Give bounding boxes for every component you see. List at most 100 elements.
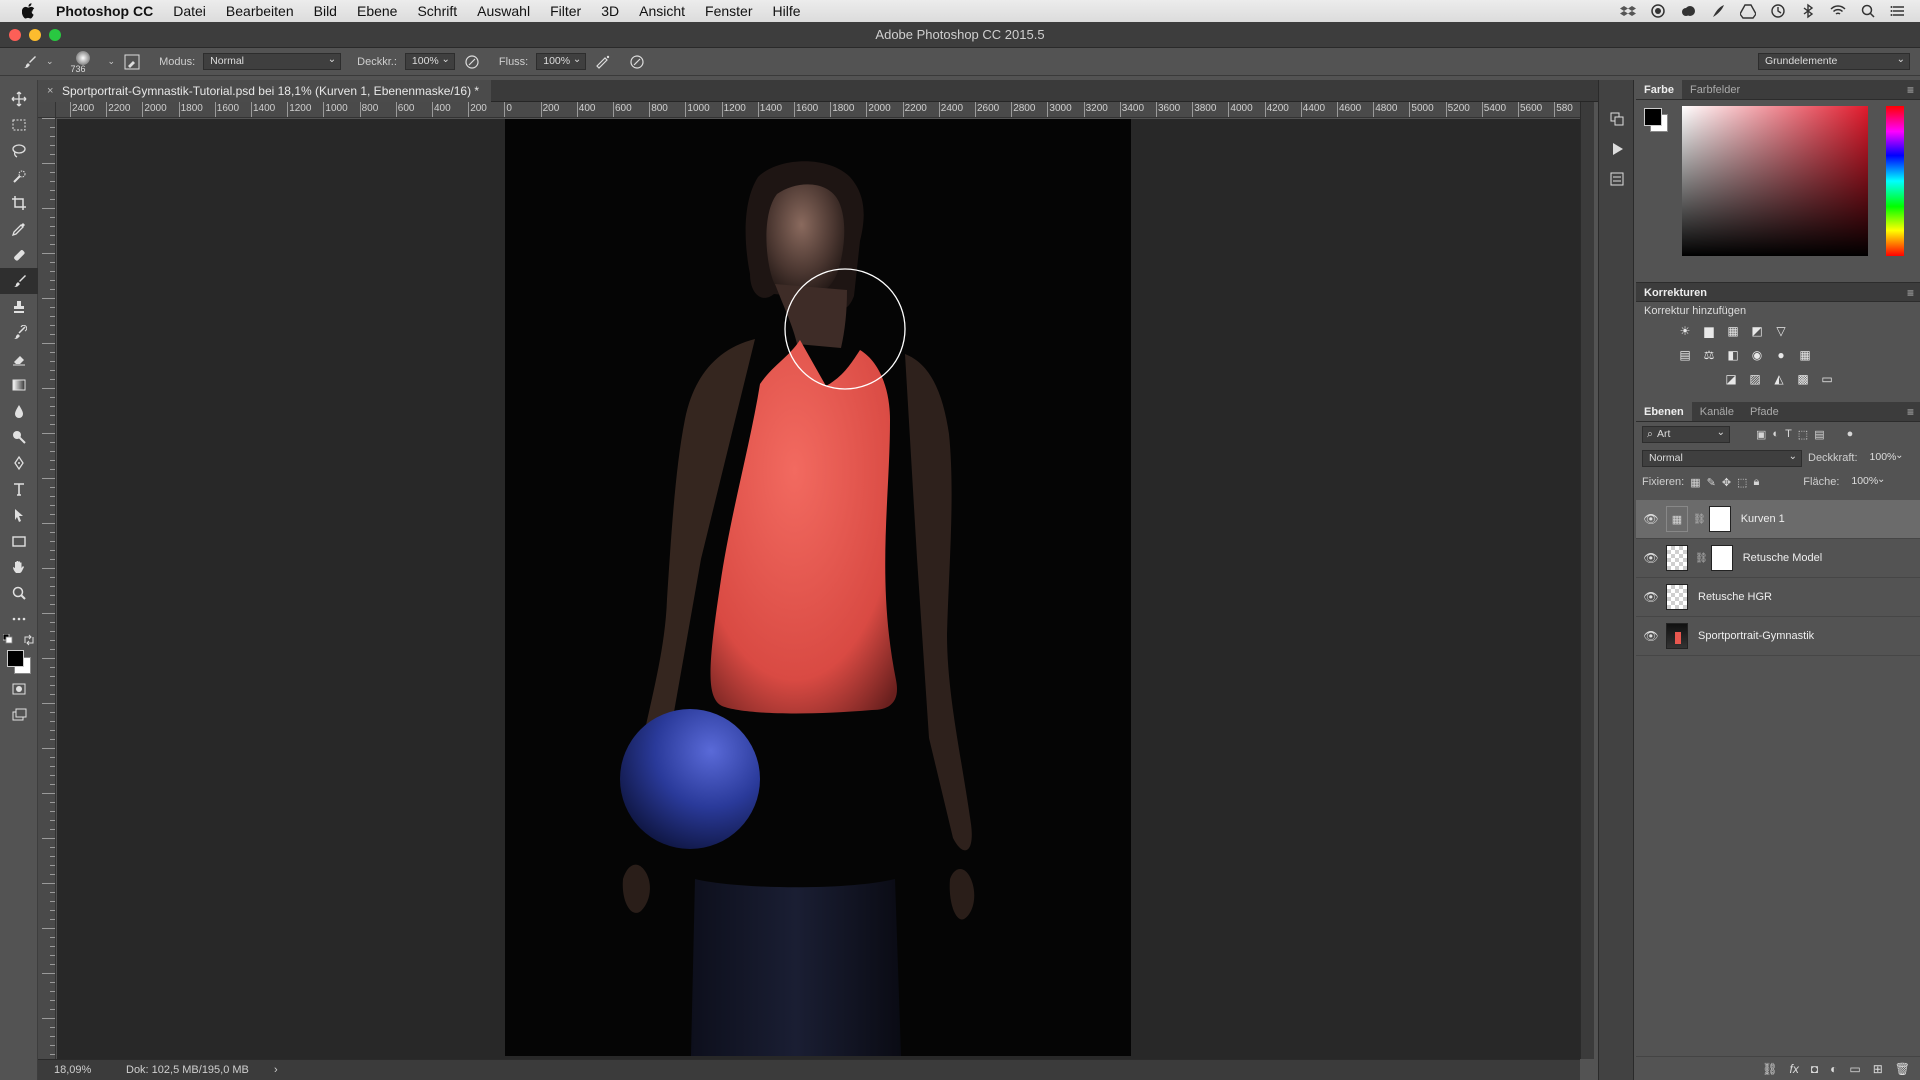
fill-input[interactable]: 100% [1845,472,1889,491]
properties-panel-icon[interactable] [1599,164,1635,194]
layer-opacity-input[interactable]: 100% [1864,448,1908,467]
eyedropper-tool-icon[interactable] [0,216,38,242]
history-panel-icon[interactable] [1599,104,1635,134]
notification-center-icon[interactable] [1890,3,1906,19]
new-adjustment-layer-icon[interactable]: ◐ [1830,1062,1837,1076]
time-machine-icon[interactable] [1770,3,1786,19]
filter-pixel-icon[interactable]: ▣ [1756,428,1766,441]
hand-tool-icon[interactable] [0,554,38,580]
mode-select[interactable]: Normal [203,52,342,70]
layer-name[interactable]: Kurven 1 [1741,513,1785,525]
zoom-tool-icon[interactable] [0,580,38,606]
creative-cloud-icon[interactable] [1680,3,1696,19]
blend-mode-select[interactable]: Normal [1642,449,1802,467]
menu-ebene[interactable]: Ebene [357,3,397,19]
hue-slider[interactable] [1886,106,1904,256]
record-icon[interactable] [1650,3,1666,19]
layer-mask-thumbnail[interactable] [1708,506,1731,532]
layer-row[interactable]: 👁︎ ⛓︎ Retusche Model [1636,539,1920,578]
selective-color-icon[interactable]: ▩ [1794,370,1812,388]
status-menu-arrow[interactable]: › [274,1060,278,1080]
brightness-icon[interactable]: ☀ [1676,322,1694,340]
layer-row[interactable]: 👁︎ ▦ ⛓︎ Kurven 1 [1636,500,1920,539]
filter-toggle-icon[interactable]: ● [1847,428,1854,440]
layer-filter-select[interactable]: ⌕ Art [1642,425,1730,443]
filter-adjustment-icon[interactable]: ◐ [1772,428,1779,440]
layer-mask-thumbnail[interactable] [1710,545,1733,571]
layer-row[interactable]: 👁︎ Sportportrait-Gymnastik [1636,617,1920,656]
vertical-scrollbar[interactable] [1580,102,1594,1059]
quick-selection-tool-icon[interactable] [0,164,38,190]
posterize-icon[interactable]: ▨ [1746,370,1764,388]
panel-foreground-swatch[interactable] [1644,108,1662,126]
mask-link-icon[interactable]: ⛓︎ [1695,553,1708,564]
visibility-eye-icon[interactable]: 👁︎ [1636,629,1666,643]
pen-tool-icon[interactable] [0,450,38,476]
vibrance-icon[interactable]: ▽ [1772,322,1790,340]
lock-position-icon[interactable]: ✥ [1722,476,1731,489]
drive-icon[interactable] [1739,3,1757,19]
menu-bild[interactable]: Bild [314,3,337,19]
delete-layer-icon[interactable]: 🗑︎ [1895,1062,1910,1076]
swap-colors-icon[interactable] [23,634,35,646]
visibility-eye-icon[interactable]: 👁︎ [1636,512,1666,526]
healing-brush-tool-icon[interactable] [0,242,38,268]
layer-thumbnail[interactable] [1666,584,1688,610]
brush-size-picker[interactable]: 736 [66,48,100,76]
screen-mode-icon[interactable] [0,702,38,728]
default-colors-icon[interactable] [3,634,15,646]
channel-mixer-icon[interactable]: ● [1772,346,1790,364]
lock-artboard-icon[interactable]: ⬚ [1737,476,1747,489]
blur-tool-icon[interactable] [0,398,38,424]
menu-fenster[interactable]: Fenster [705,3,752,19]
hue-saturation-icon[interactable]: ▤ [1676,346,1694,364]
wifi-icon[interactable] [1830,3,1846,19]
zoom-window-button[interactable] [49,29,61,41]
invert-icon[interactable]: ◪ [1722,370,1740,388]
photo-filter-icon[interactable]: ◉ [1748,346,1766,364]
menu-ansicht[interactable]: Ansicht [639,3,685,19]
visibility-eye-icon[interactable]: 👁︎ [1636,551,1666,565]
eraser-tool-icon[interactable] [0,346,38,372]
tab-ebenen[interactable]: Ebenen [1636,402,1692,421]
close-window-button[interactable] [9,29,21,41]
app-menu[interactable]: Photoshop CC [56,3,153,19]
new-group-icon[interactable]: ▭ [1849,1062,1860,1076]
workspace-select[interactable]: Grundelemente [1758,52,1910,70]
layer-name[interactable]: Sportportrait-Gymnastik [1698,630,1814,642]
color-field[interactable] [1682,106,1868,256]
document-canvas[interactable] [505,119,1131,1056]
spotlight-search-icon[interactable] [1860,3,1876,19]
path-selection-tool-icon[interactable] [0,502,38,528]
brush-panel-toggle-icon[interactable] [123,53,141,71]
threshold-icon[interactable]: ◭ [1770,370,1788,388]
close-document-icon[interactable]: × [47,80,53,102]
pressure-size-icon[interactable] [628,53,646,71]
bluetooth-icon[interactable] [1800,3,1816,19]
gradient-map-icon[interactable]: ▭ [1818,370,1836,388]
layer-thumbnail[interactable] [1666,545,1688,571]
crop-tool-icon[interactable] [0,190,38,216]
history-brush-tool-icon[interactable] [0,320,38,346]
layer-style-fx-icon[interactable]: fx [1790,1062,1799,1076]
tab-farbfelder[interactable]: Farbfelder [1682,80,1748,99]
exposure-icon[interactable]: ◩ [1748,322,1766,340]
brush-tool-icon[interactable] [0,268,38,294]
more-tools-icon[interactable] [0,606,38,632]
layer-thumbnail[interactable] [1666,623,1688,649]
new-layer-icon[interactable]: ⊞ [1873,1062,1883,1076]
menu-filter[interactable]: Filter [550,3,581,19]
lock-transparency-icon[interactable]: ▦ [1690,476,1700,489]
preset-dropdown-arrow[interactable]: ⌄ [46,56,54,67]
minimize-window-button[interactable] [29,29,41,41]
airbrush-icon[interactable] [594,53,612,71]
curves-icon[interactable]: ▦ [1724,322,1742,340]
color-lookup-icon[interactable]: ▦ [1796,346,1814,364]
dodge-tool-icon[interactable] [0,424,38,450]
lock-pixels-icon[interactable]: ✎ [1707,476,1716,489]
layer-row[interactable]: 👁︎ Retusche HGR [1636,578,1920,617]
visibility-eye-icon[interactable]: 👁︎ [1636,590,1666,604]
layer-name[interactable]: Retusche Model [1743,552,1823,564]
document-tab[interactable]: × Sportportrait-Gymnastik-Tutorial.psd b… [38,80,492,102]
type-tool-icon[interactable] [0,476,38,502]
